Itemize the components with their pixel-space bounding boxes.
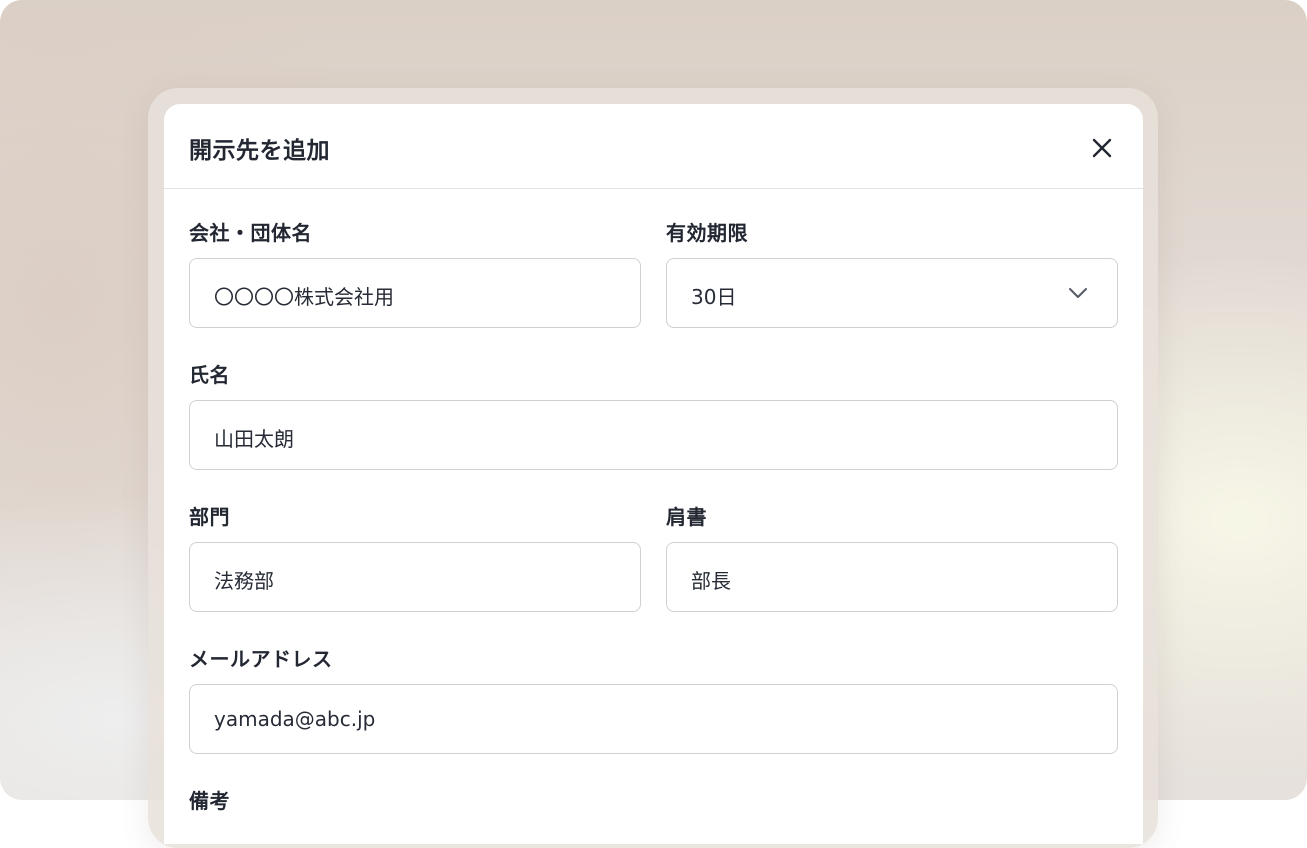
close-icon	[1092, 138, 1112, 158]
name-label: 氏名	[189, 363, 230, 387]
dialog-header: 開示先を追加	[164, 104, 1143, 189]
add-disclosure-dialog: 開示先を追加 会社・団体名 〇〇〇〇株式会社用 有効期限 30日 氏名 山田太朗…	[164, 104, 1143, 844]
email-input[interactable]: yamada@abc.jp	[189, 684, 1118, 754]
department-input[interactable]: 法務部	[189, 542, 641, 612]
expiry-label: 有効期限	[666, 221, 748, 245]
job-title-value: 部長	[691, 569, 731, 593]
email-value: yamada@abc.jp	[214, 707, 376, 731]
dialog-title: 開示先を追加	[189, 138, 330, 164]
name-value: 山田太朗	[214, 427, 294, 451]
company-input[interactable]: 〇〇〇〇株式会社用	[189, 258, 641, 328]
expiry-value: 30日	[691, 285, 737, 309]
email-label: メールアドレス	[189, 647, 333, 671]
chevron-down-icon	[1069, 288, 1087, 298]
close-button[interactable]	[1086, 132, 1118, 164]
name-input[interactable]: 山田太朗	[189, 400, 1118, 470]
department-label: 部門	[189, 505, 230, 529]
expiry-select[interactable]: 30日	[666, 258, 1118, 328]
company-value: 〇〇〇〇株式会社用	[214, 285, 394, 309]
company-label: 会社・団体名	[189, 221, 312, 245]
department-value: 法務部	[214, 569, 274, 593]
job-title-input[interactable]: 部長	[666, 542, 1118, 612]
job-title-label: 肩書	[666, 505, 707, 529]
